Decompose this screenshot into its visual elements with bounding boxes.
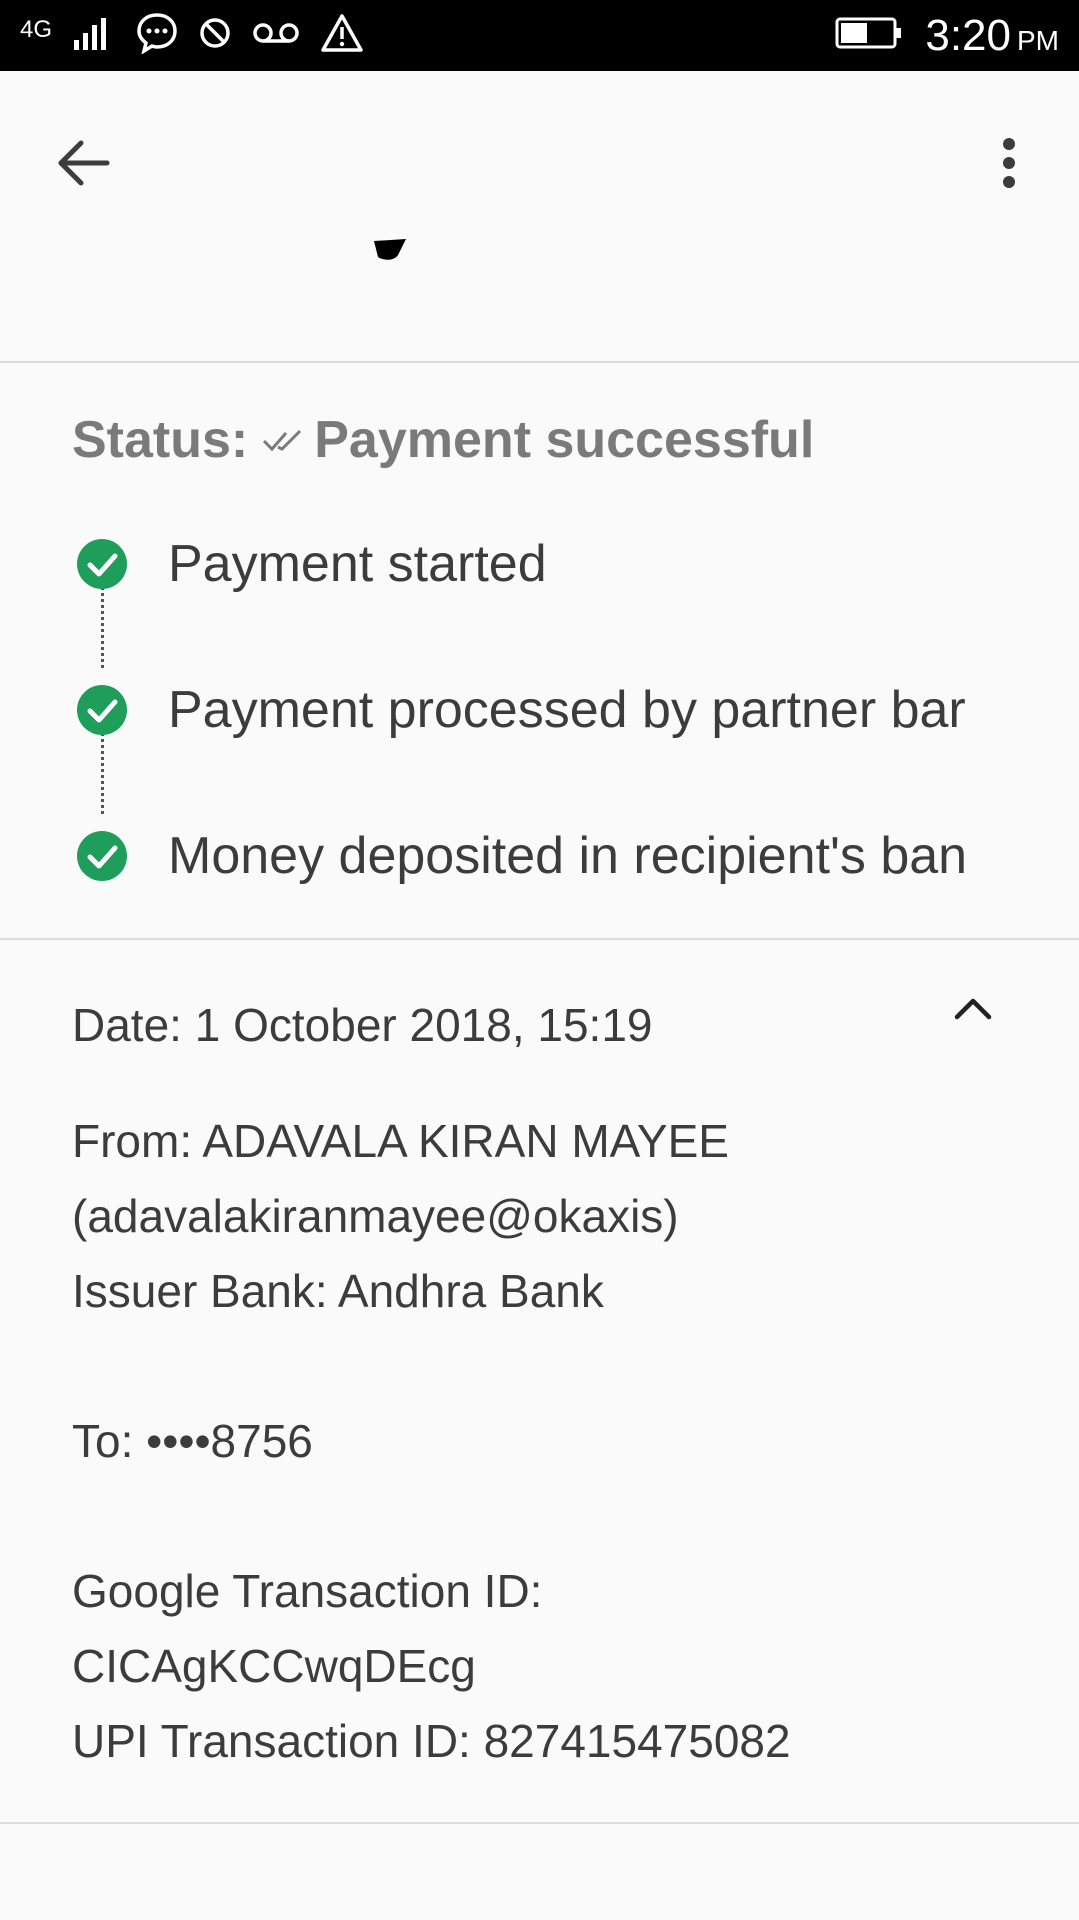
step-label: Payment processed by partner bar bbox=[168, 681, 966, 739]
chevron-up-icon bbox=[953, 995, 993, 1026]
divider bbox=[0, 938, 1079, 940]
avatar-fragment bbox=[370, 237, 408, 268]
google-transaction-id-label: Google Transaction ID: bbox=[72, 1565, 543, 1617]
warning-icon bbox=[320, 13, 364, 58]
message-icon bbox=[136, 12, 178, 59]
do-not-disturb-icon bbox=[198, 16, 232, 55]
clock-time: 3:20 bbox=[925, 10, 1011, 60]
transaction-date: Date: 1 October 2018, 15:19 bbox=[72, 999, 653, 1051]
timeline-step: Payment processed by partner bar bbox=[0, 680, 1079, 740]
transaction-details: From: ADAVALA KIRAN MAYEE (adavalakiranm… bbox=[72, 1104, 791, 1779]
issuer-bank: Issuer Bank: Andhra Bank bbox=[72, 1265, 604, 1317]
more-options-button[interactable] bbox=[969, 125, 1049, 205]
network-type-label: 4G bbox=[20, 15, 53, 43]
step-label: Money deposited in recipient's ban bbox=[168, 827, 968, 885]
status-bar-left: 4G bbox=[20, 0, 364, 71]
app-bar bbox=[0, 71, 1079, 231]
clock: 3:20 PM bbox=[925, 11, 1059, 61]
step-label: Payment started bbox=[168, 535, 547, 593]
google-transaction-id: CICAgKCCwqDEcg bbox=[72, 1640, 476, 1692]
arrow-left-icon bbox=[57, 138, 111, 193]
payment-status: Status: Payment successful bbox=[72, 410, 814, 470]
more-vert-icon bbox=[1001, 137, 1017, 194]
divider bbox=[0, 1822, 1079, 1824]
collapse-details-button[interactable] bbox=[948, 985, 998, 1035]
timeline-step: Money deposited in recipient's ban bbox=[0, 826, 1079, 886]
battery-icon bbox=[835, 16, 903, 55]
check-circle-icon bbox=[76, 684, 128, 736]
double-check-icon bbox=[262, 425, 306, 455]
to-account: To: ••••8756 bbox=[72, 1415, 313, 1467]
status-value: Payment successful bbox=[314, 411, 815, 469]
status-prefix: Status: bbox=[72, 411, 249, 469]
status-bar: 4G 3:20 PM bbox=[0, 0, 1079, 71]
check-circle-icon bbox=[76, 538, 128, 590]
from-name: From: ADAVALA KIRAN MAYEE bbox=[72, 1115, 729, 1167]
voicemail-icon bbox=[252, 20, 300, 51]
from-vpa: (adavalakiranmayee@okaxis) bbox=[72, 1190, 679, 1242]
signal-icon bbox=[72, 16, 116, 55]
timeline-step: Payment started bbox=[0, 534, 1079, 594]
clock-ampm: PM bbox=[1017, 24, 1059, 56]
divider bbox=[0, 361, 1079, 363]
status-bar-right: 3:20 PM bbox=[835, 0, 1059, 71]
check-circle-icon bbox=[76, 830, 128, 882]
upi-transaction-id: UPI Transaction ID: 827415475082 bbox=[72, 1715, 791, 1767]
back-button[interactable] bbox=[44, 125, 124, 205]
